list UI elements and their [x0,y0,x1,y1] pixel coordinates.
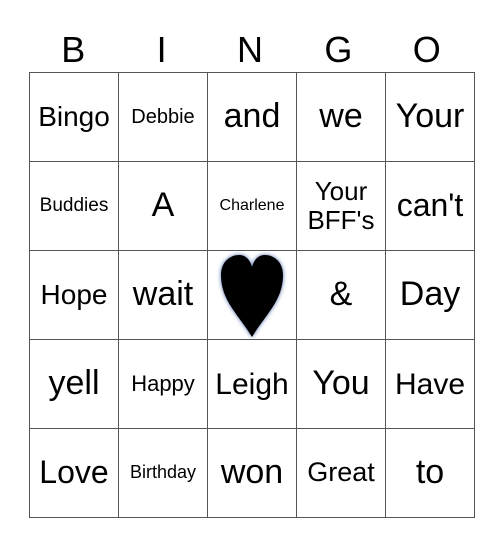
bingo-cell[interactable]: Your [385,72,475,162]
cell-text: & [329,275,353,314]
header-letter: N [236,29,263,70]
cell-text: Your BFF's [307,176,375,235]
header-letter: I [156,29,167,70]
bingo-cell[interactable]: we [296,72,386,162]
bingo-cell[interactable]: Leigh [207,339,297,429]
header-letter: B [61,29,86,70]
heart-icon [221,255,283,337]
cell-text: Your [395,97,465,136]
grid-row: Buddies A Charlene Your BFF's can't [29,161,475,251]
grid-row: yell Happy Leigh You Have [29,339,475,429]
cell-text: Great [307,457,375,488]
bingo-cell[interactable]: Great [296,428,386,518]
grid-row: Hope wait & Day [29,250,475,340]
bingo-cell[interactable]: yell [29,339,119,429]
cell-text: can't [396,187,464,224]
cell-text: Debbie [131,106,195,128]
bingo-cell[interactable]: Buddies [29,161,119,251]
cell-text: Buddies [39,194,109,216]
bingo-cell[interactable]: Debbie [118,72,208,162]
bingo-grid: Bingo Debbie and we Your Buddies A Charlene Your… [29,72,475,518]
bingo-cell[interactable]: You [296,339,386,429]
header-letter: O [412,29,441,70]
bingo-cell[interactable]: & [296,250,386,340]
cell-text: Love [39,454,109,491]
bingo-cell[interactable]: Charlene [207,161,297,251]
cell-text: Day [399,275,461,314]
bingo-cell[interactable]: Your BFF's [296,161,386,251]
cell-text: wait [132,275,194,314]
cell-text: Birthday [129,462,197,483]
cell-text: we [319,97,363,136]
cell-text: yell [48,364,100,403]
bingo-cell[interactable]: Hope [29,250,119,340]
bingo-cell[interactable]: and [207,72,297,162]
cell-text: Leigh [215,367,289,401]
cell-text: to [415,453,445,492]
bingo-cell[interactable]: Bingo [29,72,119,162]
cell-text: Have [394,367,466,401]
grid-row: Love Birthday won Great to [29,428,475,518]
cell-text: A [151,186,175,225]
cell-text: won [220,453,284,492]
bingo-cell[interactable]: Birthday [118,428,208,518]
bingo-cell[interactable]: Love [29,428,119,518]
bingo-cell[interactable]: A [118,161,208,251]
bingo-cell[interactable]: to [385,428,475,518]
cell-text: and [223,97,281,136]
header-letter: G [324,29,353,70]
free-space-cell[interactable] [207,250,297,340]
cell-text: Hope [40,278,108,310]
grid-row: Bingo Debbie and we Your [29,72,475,162]
bingo-cell[interactable]: Happy [118,339,208,429]
cell-text: Charlene [219,197,285,215]
cell-text: Happy [131,370,195,396]
bingo-header: B I N G O [29,28,471,72]
bingo-cell[interactable]: wait [118,250,208,340]
cell-text: Bingo [38,100,110,132]
bingo-cell[interactable]: Day [385,250,475,340]
bingo-cell[interactable]: Have [385,339,475,429]
bingo-cell[interactable]: won [207,428,297,518]
bingo-cell[interactable]: can't [385,161,475,251]
cell-text: You [312,364,370,403]
